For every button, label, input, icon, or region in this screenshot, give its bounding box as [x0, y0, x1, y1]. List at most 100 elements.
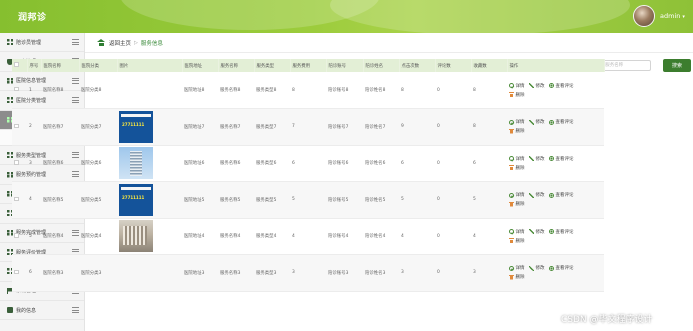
trash-icon	[509, 238, 514, 244]
cell-name: 陪诊姓名8	[363, 72, 399, 109]
header-decoration	[330, 0, 630, 33]
avatar[interactable]	[633, 5, 655, 27]
cell-clicks: 6	[399, 145, 435, 182]
search-button[interactable]: 搜索	[663, 59, 691, 72]
cell-fee: 5	[290, 181, 326, 219]
detail-button[interactable]: 详情	[509, 83, 529, 89]
view-reviews-button[interactable]: 查看评论	[549, 265, 577, 271]
actions-cell: 详情 修改 查看评论删除	[507, 218, 604, 255]
detail-button-label: 详情	[515, 83, 525, 89]
cell-type: 服务类型6	[254, 145, 290, 182]
delete-button[interactable]: 删除	[509, 92, 529, 98]
view-reviews-button[interactable]: 查看评论	[549, 192, 577, 198]
cell-id: 3	[27, 145, 41, 182]
view-reviews-button-label: 查看评论	[555, 156, 574, 162]
check-circle-icon	[509, 83, 514, 88]
cell-fee: 7	[290, 108, 326, 146]
check-circle-icon	[509, 156, 514, 162]
column-header: 操作	[507, 59, 605, 72]
detail-button[interactable]: 详情	[509, 156, 529, 162]
search-service-input[interactable]	[601, 60, 652, 71]
image-cell	[117, 254, 182, 292]
actions-cell: 详情 修改 查看评论删除	[507, 181, 604, 219]
pencil-icon	[529, 119, 534, 125]
username[interactable]: admin	[660, 12, 680, 20]
delete-button[interactable]: 删除	[509, 201, 529, 207]
view-reviews-button[interactable]: 查看评论	[549, 83, 577, 89]
edit-button[interactable]: 修改	[529, 265, 549, 271]
cell-account: 陪诊账号3	[326, 254, 363, 292]
row-actions: 详情 修改 查看评论删除	[509, 83, 604, 98]
delete-button[interactable]: 删除	[509, 238, 529, 244]
cell-id: 1	[27, 72, 41, 109]
pencil-icon	[529, 229, 534, 235]
cell-account: 陪诊账号4	[326, 218, 363, 255]
detail-button-label: 详情	[515, 120, 525, 126]
row-checkbox[interactable]	[14, 196, 19, 201]
cell-type: 服务类型4	[254, 218, 290, 255]
check-circle-icon	[509, 192, 514, 198]
breadcrumb-home[interactable]: 返回主页	[109, 39, 131, 47]
breadcrumb-separator: ▷	[134, 39, 138, 46]
edit-button[interactable]: 修改	[529, 192, 549, 198]
edit-button-label: 修改	[535, 229, 545, 235]
delete-button[interactable]: 删除	[509, 128, 529, 134]
row-select-cell	[12, 218, 27, 255]
cell-comments: 0	[435, 108, 471, 146]
detail-button[interactable]: 详情	[509, 229, 529, 235]
detail-button[interactable]: 详情	[509, 265, 529, 271]
cell-hospital: 医院名称4	[41, 218, 79, 255]
row-checkbox[interactable]	[14, 269, 19, 274]
pencil-icon	[529, 83, 534, 88]
cell-type: 服务类型8	[254, 72, 290, 109]
cell-id: 6	[27, 254, 41, 292]
cell-service: 服务名称8	[218, 72, 254, 109]
cell-clicks: 4	[399, 218, 435, 255]
breadcrumb-current: 服务信息	[140, 40, 163, 47]
delete-button[interactable]: 删除	[509, 165, 529, 171]
column-header: 序号	[27, 59, 42, 72]
cell-fee: 4	[290, 218, 326, 255]
detail-button[interactable]: 详情	[509, 119, 529, 125]
cell-favorites: 8	[471, 108, 507, 146]
delete-button[interactable]: 删除	[509, 274, 529, 280]
eye-icon	[549, 156, 554, 162]
cell-hospital: 医院名称3	[41, 254, 79, 292]
cell-address: 医院地址7	[182, 108, 218, 146]
cell-comments: 0	[435, 218, 471, 255]
cell-name: 陪诊姓名7	[363, 108, 399, 146]
edit-button[interactable]: 修改	[529, 156, 549, 162]
edit-button[interactable]: 修改	[529, 119, 549, 125]
edit-button[interactable]: 修改	[529, 83, 549, 89]
row-select-cell	[12, 72, 27, 109]
chevron-down-icon[interactable]: ▾	[682, 14, 685, 20]
sidebar-item[interactable]: 我的信息	[0, 301, 84, 321]
row-checkbox[interactable]	[14, 86, 19, 92]
hospital-photo	[119, 183, 153, 216]
pencil-icon	[529, 192, 534, 198]
user-menu[interactable]: admin ▾	[660, 12, 685, 20]
row-checkbox[interactable]	[14, 233, 19, 238]
row-actions: 详情 修改 查看评论删除	[509, 192, 604, 207]
select-all-checkbox[interactable]	[14, 62, 19, 67]
sidebar-item[interactable]: 陪诊员管理	[0, 33, 84, 53]
detail-button-label: 详情	[515, 229, 525, 235]
trash-icon	[509, 274, 514, 280]
row-checkbox[interactable]	[14, 123, 19, 128]
row-checkbox[interactable]	[14, 160, 19, 165]
home-icon[interactable]	[97, 39, 105, 46]
edit-button[interactable]: 修改	[529, 229, 549, 235]
delete-button-label: 删除	[515, 165, 525, 171]
row-select-cell	[12, 145, 27, 182]
menu-icon	[72, 307, 79, 314]
box-icon	[7, 307, 13, 314]
row-select-cell	[12, 108, 27, 146]
select-all-header[interactable]	[12, 59, 28, 72]
eye-icon	[549, 192, 554, 198]
view-reviews-button[interactable]: 查看评论	[549, 119, 577, 125]
view-reviews-button-label: 查看评论	[555, 229, 574, 235]
detail-button[interactable]: 详情	[509, 192, 529, 198]
view-reviews-button[interactable]: 查看评论	[549, 229, 577, 235]
check-circle-icon	[509, 229, 514, 235]
view-reviews-button[interactable]: 查看评论	[549, 156, 577, 162]
